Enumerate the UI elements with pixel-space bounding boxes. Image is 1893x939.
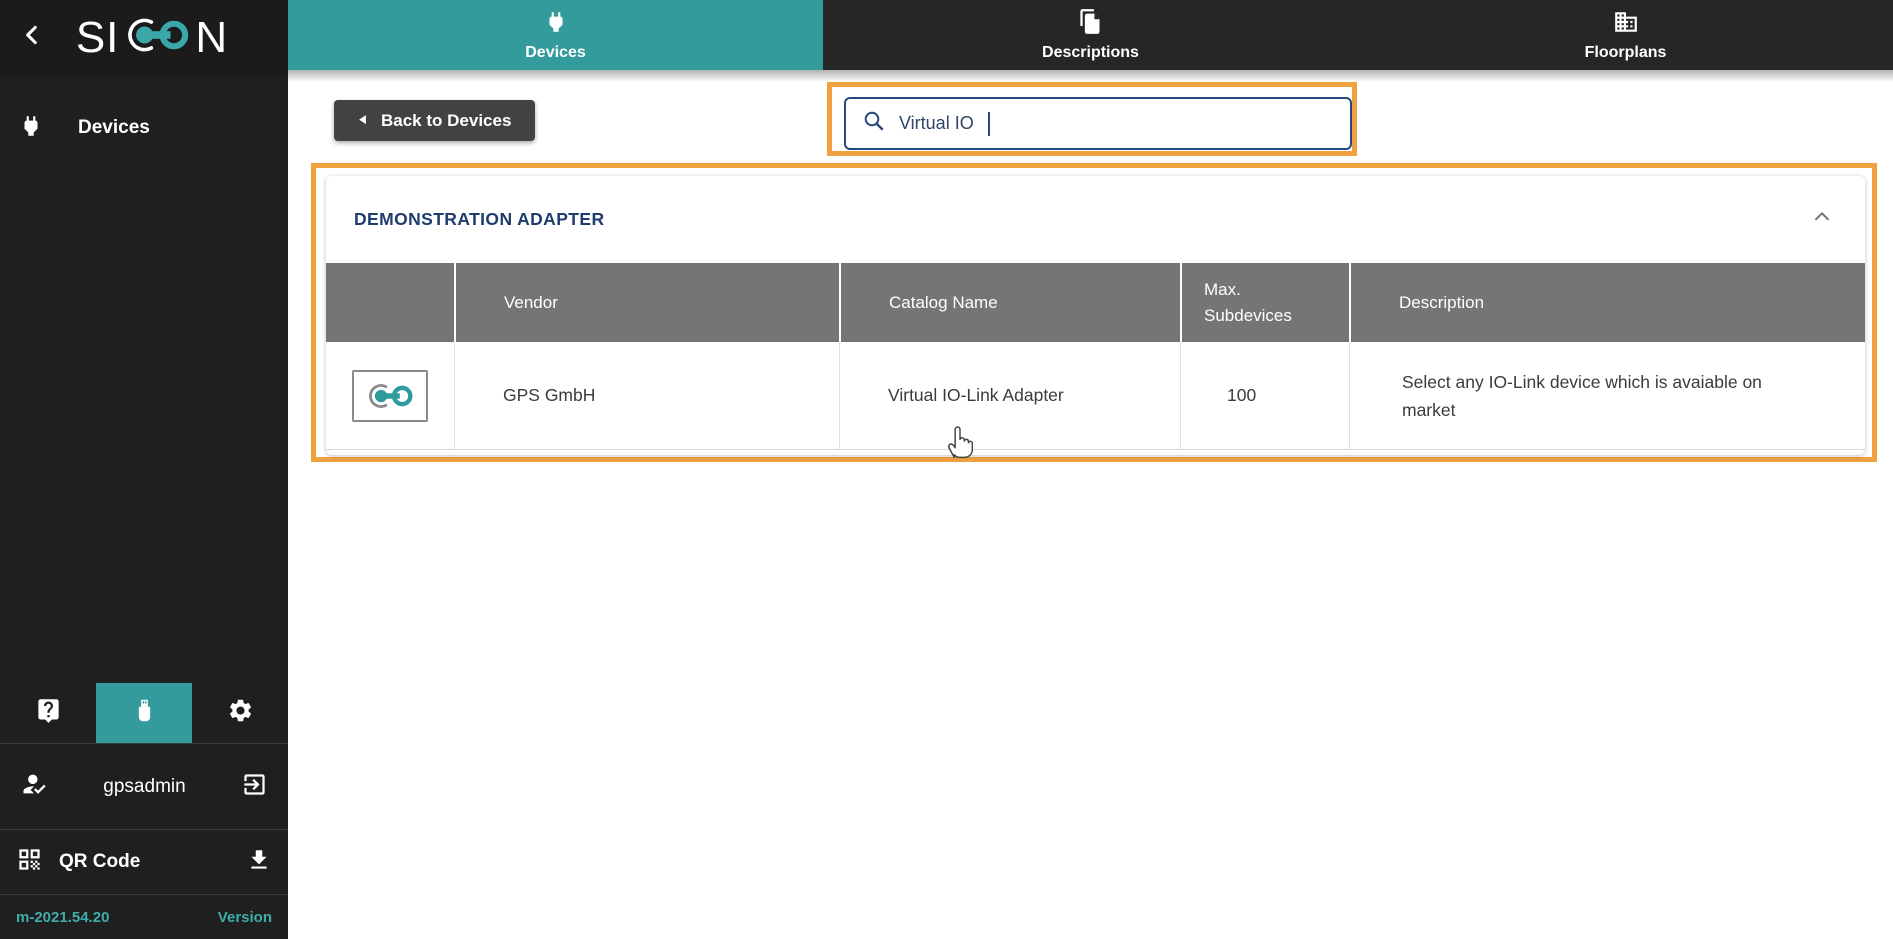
logo-text-suffix: N [195,12,229,62]
logo-text-prefix: SI [75,12,120,62]
table-header-row: Vendor Catalog Name Max. Subdevices Desc… [326,263,1865,342]
username-label: gpsadmin [103,775,186,797]
tab-floorplans[interactable]: Floorplans [1358,0,1893,70]
collapse-sidebar-button[interactable] [14,20,50,56]
tab-devices[interactable]: Devices [288,0,823,70]
documents-icon [1077,8,1104,40]
tab-label: Floorplans [1584,43,1667,61]
download-qr-button[interactable] [246,847,272,878]
search-value: Virtual IO [899,113,974,133]
co-link-mark-icon [121,13,193,62]
adapter-panel: DEMONSTRATION ADAPTER Vendor Catalog Nam… [326,176,1865,455]
column-header-max-subdevices: Max. Subdevices [1180,263,1349,342]
table-row-virtual-io-link-adapter[interactable]: GPS GmbH Virtual IO-Link Adapter 100 Sel… [326,342,1865,450]
tab-label: Devices [525,43,586,61]
logout-button[interactable] [241,771,268,803]
search-icon [862,109,886,138]
download-icon [246,849,272,877]
panel-header: DEMONSTRATION ADAPTER [326,176,1865,263]
person-check-icon [20,770,48,803]
sidebar-tool-row [0,683,288,743]
usb-devices-button[interactable] [96,683,192,743]
building-icon [1613,9,1639,40]
version-value: m-2021.54.20 [16,908,110,926]
top-tab-bar: Devices Descriptions Floorplans [288,0,1893,70]
usb-icon [131,697,158,729]
sidebar: SI N Devices gpsadmin QR Code m-2021.54.… [0,0,288,939]
description-cell: Select any IO-Link device which is avaia… [1349,342,1865,449]
version-row: m-2021.54.20 Version [0,895,288,939]
user-row: gpsadmin [0,744,288,829]
sicon-logo: SI N [50,13,254,62]
settings-button[interactable] [192,683,288,743]
catalog-name-cell: Virtual IO-Link Adapter [839,342,1180,449]
max-subdevices-cell: 100 [1180,342,1349,449]
chevron-up-icon [1811,206,1833,233]
vendor-logo-cell [326,342,454,449]
plug-icon [543,9,569,40]
qr-code-label: QR Code [59,851,141,872]
column-header-catalog-name: Catalog Name [839,263,1180,342]
back-to-devices-button[interactable]: Back to Devices [334,100,536,141]
logout-icon [241,773,268,802]
app-window: SI N Devices gpsadmin QR Code m-2021.54.… [0,0,1893,939]
search-highlight-box: Virtual IO [827,82,1357,156]
triangle-left-icon [358,111,367,131]
sidebar-header: SI N [0,0,288,75]
column-header-vendor: Vendor [454,263,839,342]
sidebar-item-label: Devices [78,117,150,138]
collapse-panel-button[interactable] [1809,207,1835,233]
qr-code-icon [16,846,43,878]
panel-title: DEMONSTRATION ADAPTER [354,209,605,229]
tab-label: Descriptions [1042,44,1139,61]
main-content: Back to Devices Virtual IO DEMONSTRATION… [288,70,1893,939]
help-button[interactable] [0,683,96,743]
vendor-cell: GPS GmbH [454,342,839,449]
column-header-description: Description [1349,263,1865,342]
gps-vendor-logo [352,369,428,422]
plug-icon [18,113,44,144]
tab-descriptions[interactable]: Descriptions [823,0,1358,70]
text-caret [987,111,990,136]
column-header-logo [326,263,454,342]
sidebar-item-devices[interactable]: Devices [0,103,288,153]
chevron-left-icon [19,22,45,53]
help-icon [35,697,62,729]
back-button-label: Back to Devices [381,110,512,130]
search-input[interactable]: Virtual IO [844,97,1352,150]
gear-icon [227,697,254,729]
version-label: Version [217,908,272,926]
qr-code-row[interactable]: QR Code [0,830,288,894]
